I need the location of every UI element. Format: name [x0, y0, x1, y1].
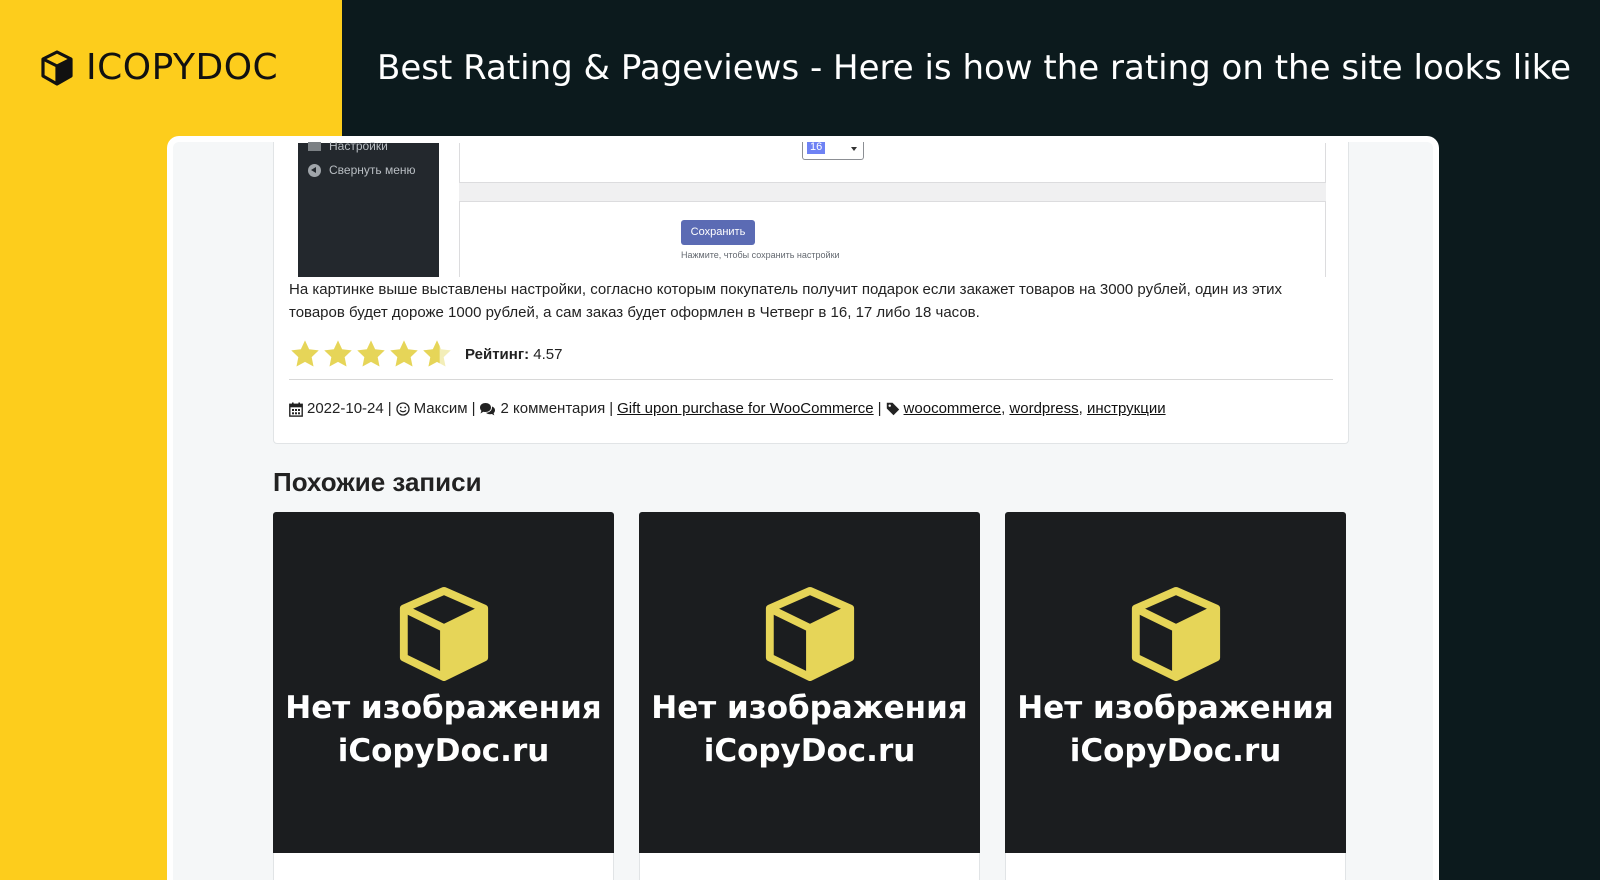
hour-select-value: 16: [807, 142, 826, 154]
admin-menu-settings[interactable]: Настройки: [308, 142, 388, 153]
post-card: Настройки Свернуть меню 16 Сохранить Наж…: [273, 142, 1349, 444]
tag-comma: ,: [1078, 400, 1087, 417]
similar-post-thumbnail[interactable]: Нет изображения iCopyDoc.ru: [273, 512, 614, 853]
admin-menu-collapse[interactable]: Свернуть меню: [308, 163, 416, 177]
star-icon[interactable]: [289, 338, 321, 370]
brand-name: ICOPYDOC: [86, 47, 279, 88]
admin-save-box: Сохранить Нажмите, чтобы сохранить настр…: [459, 201, 1326, 277]
star-icon[interactable]: [355, 338, 387, 370]
rating-stars[interactable]: [289, 338, 453, 370]
tag-link[interactable]: woocommerce: [904, 398, 1002, 420]
smile-icon: [395, 402, 410, 416]
star-icon[interactable]: [322, 338, 354, 370]
admin-settings-box: [459, 143, 1326, 183]
cube-icon: [765, 586, 855, 682]
admin-menu-settings-label: Настройки: [329, 142, 388, 153]
thumbnail-caption-line2: iCopyDoc.ru: [337, 733, 550, 769]
admin-settings-screenshot: Настройки Свернуть меню 16 Сохранить Наж…: [298, 142, 1326, 277]
cube-icon: [41, 50, 73, 86]
meta-separator: |: [877, 400, 882, 417]
page-headline: Best Rating & Pageviews - Here is how th…: [377, 48, 1572, 88]
admin-sidebar: Настройки Свернуть меню: [298, 142, 439, 277]
rating-text: Рейтинг: 4.57: [465, 346, 562, 363]
chevron-down-icon: [851, 147, 857, 151]
post-meta: 2022-10-24 | Максим | 2 комментария | Gi…: [289, 398, 1166, 420]
post-body-text: На картинке выше выставлены настройки, с…: [289, 281, 1283, 321]
comments-icon: [480, 403, 496, 416]
star-icon[interactable]: [388, 338, 420, 370]
settings-icon: [308, 142, 321, 151]
calendar-icon: [289, 402, 303, 417]
post-category-link[interactable]: Gift upon purchase for WooCommerce: [617, 398, 874, 420]
similar-post-card-footer: [639, 853, 980, 880]
hour-select[interactable]: 16: [802, 142, 864, 160]
tag-link[interactable]: wordpress: [1009, 398, 1078, 420]
post-divider: [289, 379, 1333, 380]
tag-icon: [886, 402, 899, 416]
admin-box-divider: [459, 183, 1326, 201]
thumbnail-caption-line1: Нет изображения: [1017, 690, 1334, 726]
star-half-icon[interactable]: [421, 338, 453, 370]
post-author[interactable]: Максим: [414, 398, 468, 420]
post-date: 2022-10-24: [307, 400, 384, 417]
collapse-arrow-icon: [308, 163, 321, 177]
post-rating: Рейтинг: 4.57: [289, 338, 562, 370]
similar-post-thumbnail[interactable]: Нет изображения iCopyDoc.ru: [1005, 512, 1346, 853]
admin-content: 16 Сохранить Нажмите, чтобы сохранить на…: [439, 142, 1326, 277]
similar-post-card-footer: [273, 853, 614, 880]
thumbnail-caption-line1: Нет изображения: [285, 690, 602, 726]
thumbnail-caption-line2: iCopyDoc.ru: [703, 733, 916, 769]
meta-separator: |: [471, 400, 476, 417]
thumbnail-caption-line1: Нет изображения: [651, 690, 968, 726]
similar-post-card-footer: [1005, 853, 1346, 880]
screenshot-frame: Настройки Свернуть меню 16 Сохранить Наж…: [167, 136, 1439, 880]
rating-label: Рейтинг:: [465, 345, 530, 363]
admin-menu-collapse-label: Свернуть меню: [329, 163, 416, 177]
tag-link[interactable]: инструкции: [1087, 398, 1166, 420]
browser-viewport: Настройки Свернуть меню 16 Сохранить Наж…: [173, 142, 1433, 880]
save-hint: Нажмите, чтобы сохранить настройки: [681, 250, 840, 260]
meta-separator: |: [609, 400, 614, 417]
similar-posts-title: Похожие записи: [273, 467, 482, 497]
thumbnail-caption-line2: iCopyDoc.ru: [1069, 733, 1282, 769]
post-comments-count[interactable]: 2 комментария: [500, 398, 605, 420]
similar-post-thumbnail[interactable]: Нет изображения iCopyDoc.ru: [639, 512, 980, 853]
cube-icon: [399, 586, 489, 682]
cube-icon: [1131, 586, 1221, 682]
save-button[interactable]: Сохранить: [681, 220, 755, 245]
rating-value: 4.57: [533, 345, 563, 363]
brand-logo[interactable]: ICOPYDOC: [40, 46, 278, 90]
meta-separator: |: [387, 400, 392, 417]
